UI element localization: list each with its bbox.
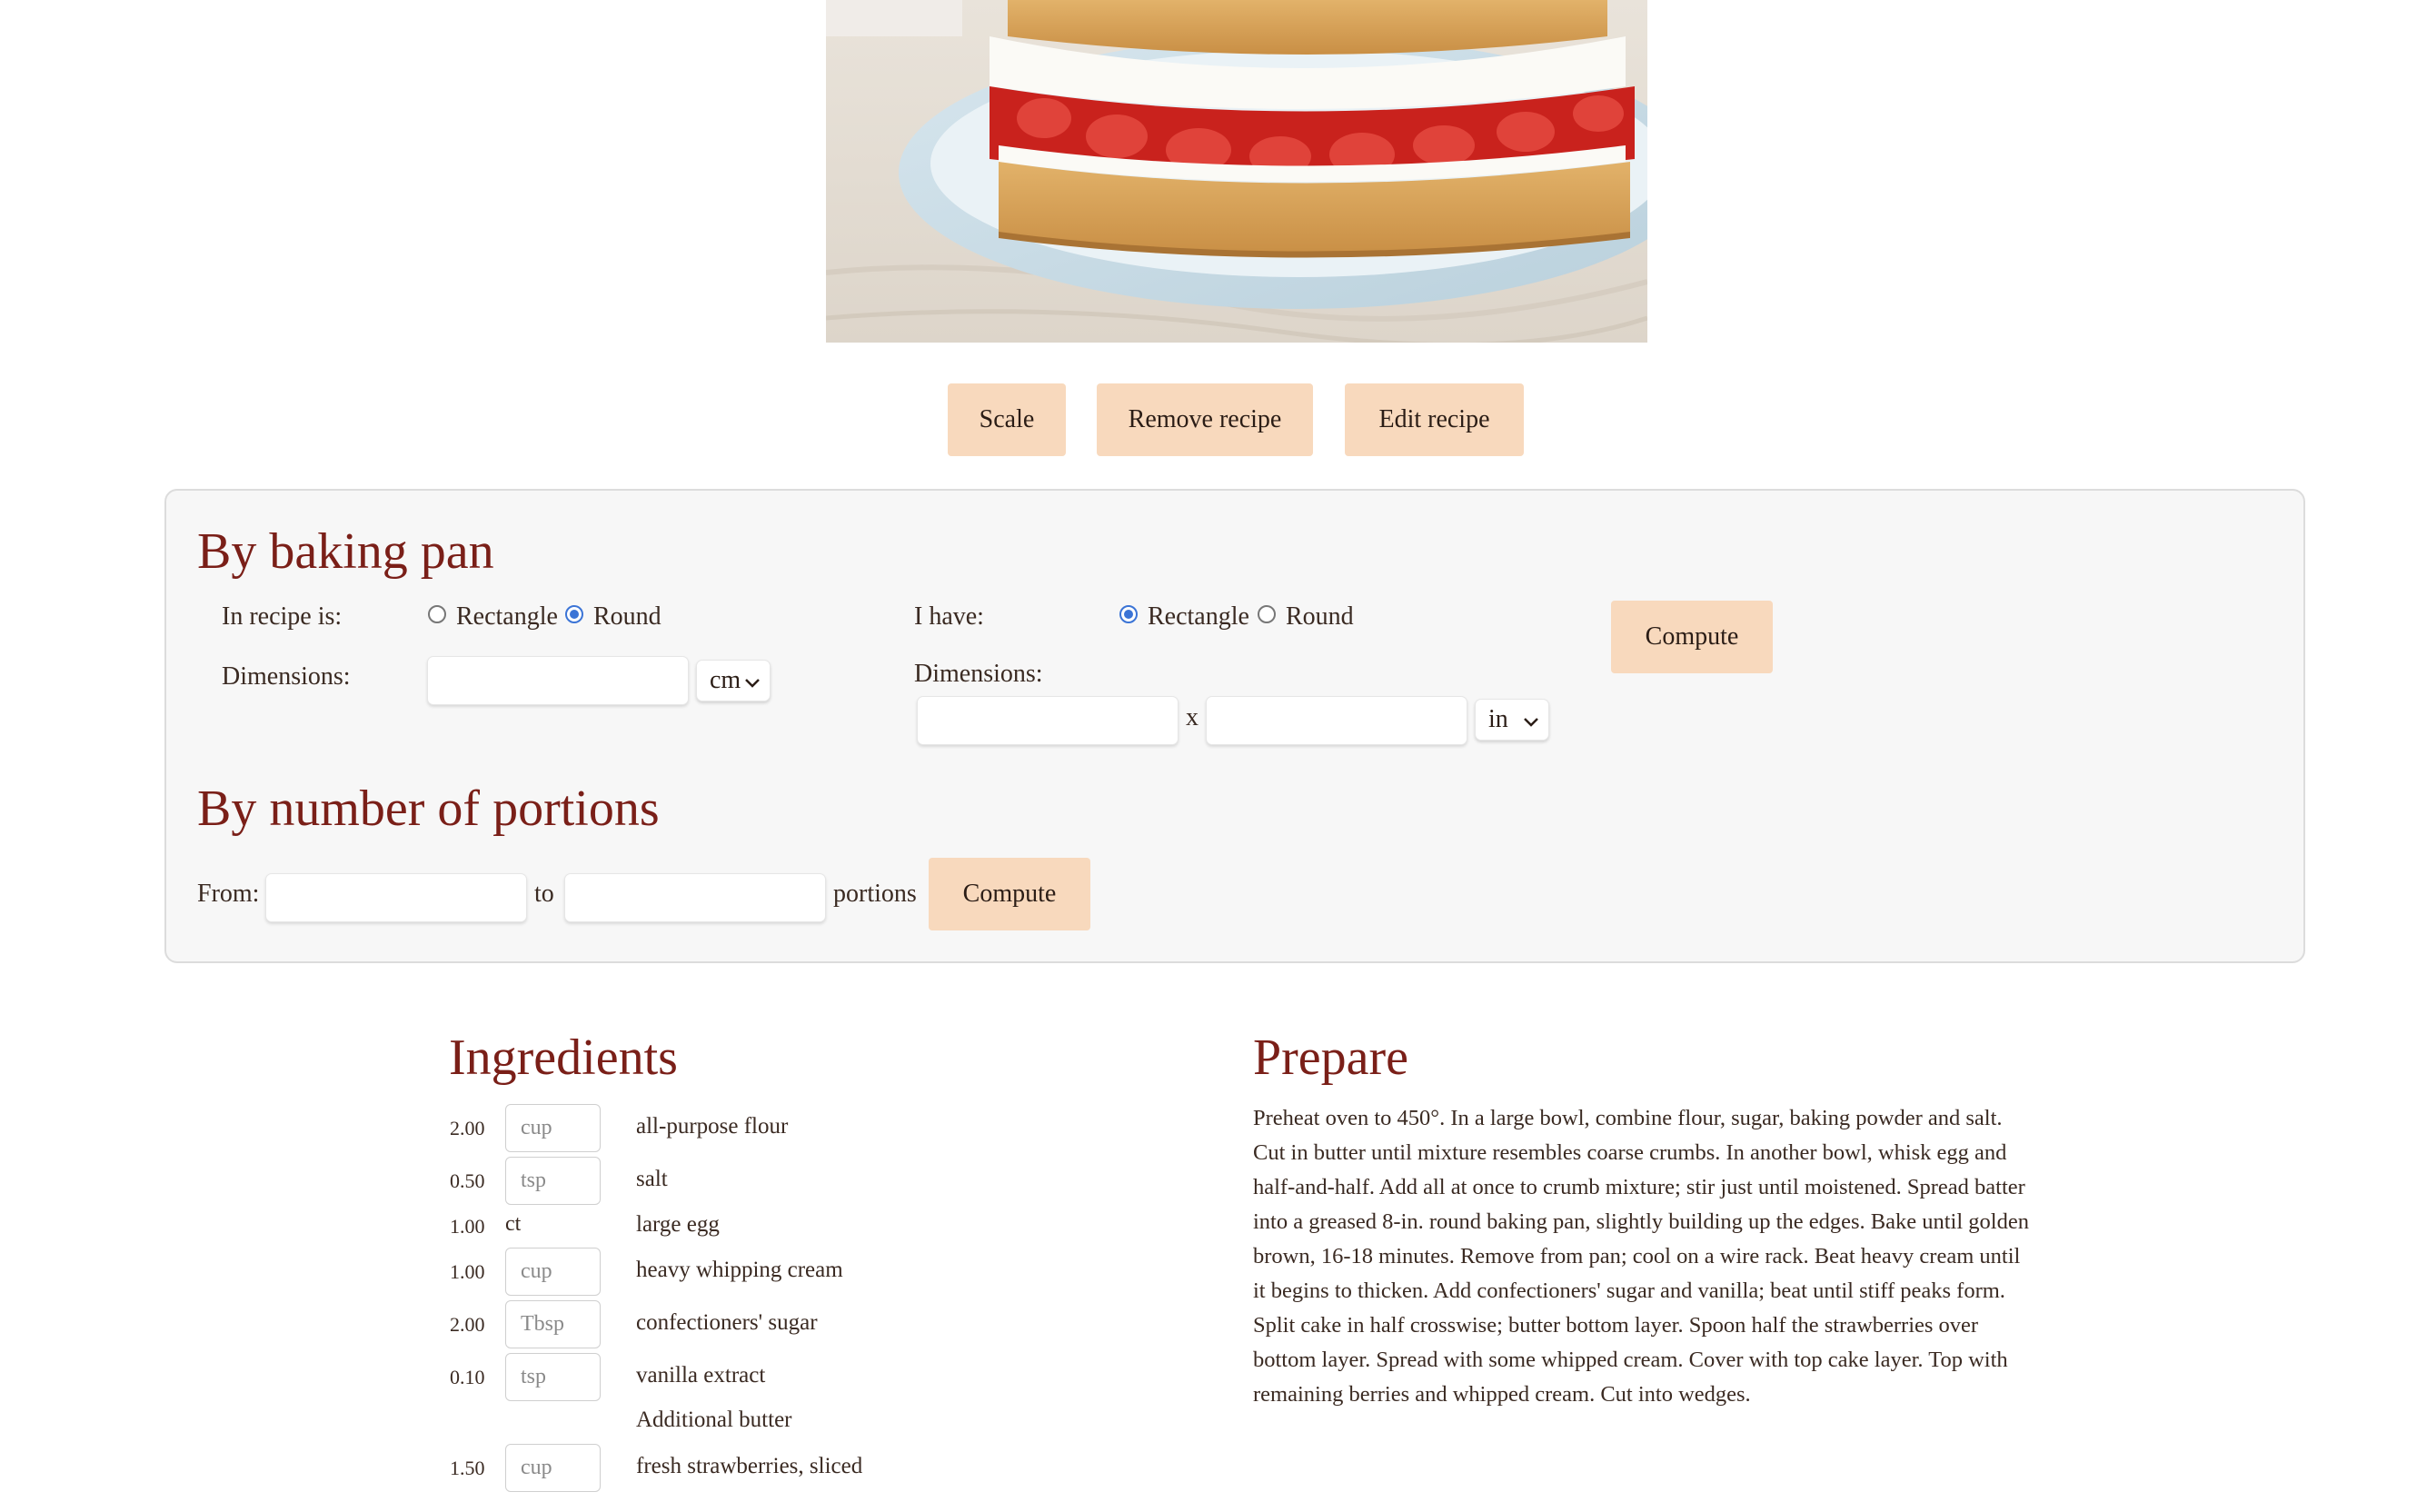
scale-button[interactable]: Scale — [948, 383, 1066, 456]
prepare-heading: Prepare — [1253, 1030, 1409, 1086]
recipe-pan-label: In recipe is: — [222, 602, 343, 631]
chevron-down-icon — [1524, 718, 1538, 727]
ingredient-unit-input[interactable]: cup — [505, 1104, 601, 1152]
ingredient-name: fresh strawberries, sliced — [636, 1454, 863, 1478]
ingredient-name: large egg — [636, 1212, 720, 1237]
ingredient-unit-input[interactable]: Tbsp — [505, 1300, 601, 1348]
recipe-round-radio[interactable] — [565, 605, 583, 623]
have-round-radio[interactable] — [1258, 605, 1276, 623]
portions-label: portions — [833, 880, 917, 908]
have-length-input[interactable] — [1206, 696, 1467, 745]
times-symbol: x — [1186, 703, 1199, 731]
ingredients-heading: Ingredients — [449, 1030, 678, 1086]
to-portions-input[interactable] — [564, 873, 826, 922]
to-label: to — [534, 880, 554, 908]
ingredient-name: confectioners' sugar — [636, 1310, 818, 1335]
have-unit-value: in — [1488, 705, 1508, 733]
from-label: From: — [197, 880, 260, 908]
ingredient-qty: 1.00 — [450, 1215, 485, 1238]
ingredient-qty: 1.50 — [450, 1457, 485, 1479]
ingredient-name: vanilla extract — [636, 1363, 766, 1388]
by-baking-pan-heading: By baking pan — [197, 523, 494, 580]
prepare-instructions: Preheat oven to 450°. In a large bowl, c… — [1253, 1106, 2029, 1407]
edit-recipe-button[interactable]: Edit recipe — [1345, 383, 1524, 456]
ingredient-unit-input[interactable]: tsp — [505, 1353, 601, 1401]
compute-pan-button[interactable]: Compute — [1611, 601, 1773, 673]
recipe-photo — [826, 0, 1647, 343]
recipe-round-label: Round — [593, 602, 661, 631]
ingredient-qty: 0.10 — [450, 1366, 485, 1388]
recipe-rectangle-radio[interactable] — [428, 605, 446, 623]
ingredient-name: salt — [636, 1167, 668, 1191]
recipe-dimension-input[interactable] — [427, 656, 689, 705]
have-pan-label: I have: — [914, 602, 984, 631]
recipe-rectangle-label: Rectangle — [456, 602, 558, 631]
recipe-unit-value: cm — [710, 666, 741, 694]
ingredient-name: all-purpose flour — [636, 1114, 789, 1139]
by-portions-heading: By number of portions — [197, 781, 660, 837]
chevron-down-icon — [745, 679, 760, 688]
have-rectangle-label: Rectangle — [1148, 602, 1249, 631]
have-round-label: Round — [1286, 602, 1354, 631]
ingredient-unit-input[interactable]: cup — [505, 1248, 601, 1296]
ingredient-qty: 1.00 — [450, 1260, 485, 1283]
have-rectangle-radio[interactable] — [1119, 605, 1138, 623]
ingredient-name: heavy whipping cream — [636, 1258, 843, 1282]
have-width-input[interactable] — [917, 696, 1179, 745]
ingredient-qty: 2.00 — [450, 1117, 485, 1139]
ingredient-unit: ct — [505, 1212, 522, 1236]
ingredient-qty: 0.50 — [450, 1169, 485, 1192]
ingredient-qty: 2.00 — [450, 1313, 485, 1336]
from-portions-input[interactable] — [265, 873, 527, 922]
remove-recipe-button[interactable]: Remove recipe — [1097, 383, 1313, 456]
ingredient-name: Additional butter — [636, 1408, 792, 1432]
compute-portions-button[interactable]: Compute — [929, 858, 1090, 930]
ingredient-unit-input[interactable]: cup — [505, 1444, 601, 1492]
recipe-dimensions-label: Dimensions: — [222, 662, 351, 691]
ingredient-unit-input[interactable]: tsp — [505, 1157, 601, 1205]
have-unit-select[interactable]: in — [1475, 699, 1549, 741]
recipe-unit-select[interactable]: cm — [696, 660, 771, 701]
have-dimensions-label: Dimensions: — [914, 660, 1043, 688]
